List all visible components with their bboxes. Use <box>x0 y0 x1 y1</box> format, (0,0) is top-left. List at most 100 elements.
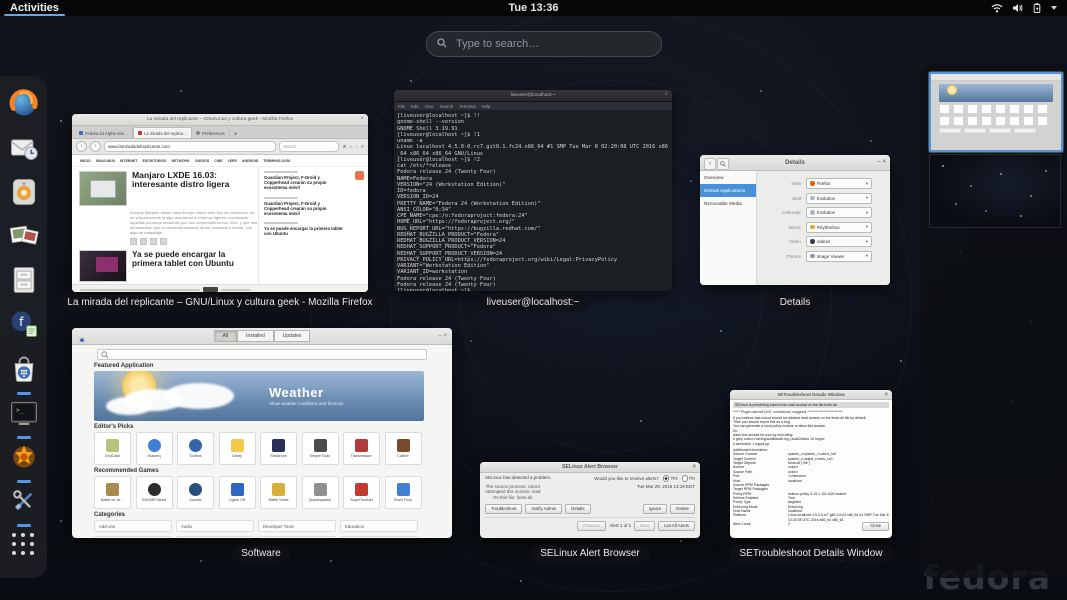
activities-button[interactable]: Activities <box>0 0 69 16</box>
window-caption-details: Details <box>770 294 821 311</box>
dropdown-value: Image Viewer <box>817 254 845 259</box>
dash-item-settings[interactable] <box>5 485 43 527</box>
evolution-icon <box>810 196 815 201</box>
forward-icon: › <box>90 141 101 152</box>
running-indicator <box>17 436 31 439</box>
dash-item-evolution[interactable] <box>5 132 43 174</box>
tab-favicon <box>79 131 83 135</box>
workspace-thumbnail-empty[interactable] <box>929 154 1061 228</box>
window-details[interactable]: ‹ Details – × Overview Default Applicati… <box>700 155 890 285</box>
app-dropdown: Firefox▾ <box>806 178 872 189</box>
cookie-notice-bar <box>72 284 368 292</box>
starfield <box>930 155 932 157</box>
app-grid-icon <box>12 529 36 561</box>
software-app-icon <box>77 331 87 341</box>
running-indicator <box>17 259 31 262</box>
tab-updates: Updates <box>274 330 311 342</box>
window-software[interactable]: All Installed Updates – × Featured Appli… <box>72 328 452 538</box>
dash-item-terminal[interactable]: >_ <box>5 397 43 439</box>
shotwell-photos-icon <box>8 220 40 257</box>
radio-yes: Yes <box>663 475 678 482</box>
details-sidebar: Overview Default Applications Removable … <box>700 171 757 285</box>
show-applications-button[interactable] <box>5 529 43 566</box>
dropdown-value: Evolution <box>817 210 836 215</box>
system-status-area[interactable] <box>991 0 1067 16</box>
nav-item: INTERNET <box>120 159 138 163</box>
window-terminal[interactable]: liveuser@localhost:~ × File Edit View Se… <box>394 90 672 291</box>
file-cabinet-icon <box>8 264 40 301</box>
nav-item: GNU/LINUX <box>96 159 115 163</box>
window-selinux-alert-browser[interactable]: SELinux Alert Browser × SELinux has dete… <box>480 462 700 538</box>
default-app-row: Mail Evolution▾ <box>763 193 884 204</box>
article2-thumbnail <box>79 250 127 282</box>
quadrapassel-icon <box>314 483 327 496</box>
article1-title: Manjaro LXDE 16.03: interesante distro l… <box>132 171 253 206</box>
setroubleshoot-body: SELinux is preventing colord from read a… <box>730 400 892 533</box>
sidebar-item-removable-media: Removable Media <box>700 197 756 210</box>
list-all-alerts-button: List All Alerts <box>658 521 695 531</box>
tab-preferences: Preferences <box>192 128 230 138</box>
dash-item-software[interactable] <box>5 353 43 395</box>
running-indicator <box>17 171 31 174</box>
window-caption-selinux: SELinux Alert Browser <box>530 545 650 562</box>
app-tile: Geary <box>219 432 256 465</box>
app-tile: Xonotic <box>177 476 214 509</box>
category-button: Graphics <box>176 536 254 538</box>
nav-item: INICIO <box>80 159 91 163</box>
sidebar-post-title: Guardian Project, F-Droid y Copperhead c… <box>264 175 346 191</box>
chevron-down-icon: ▾ <box>866 253 868 259</box>
category-button: Developer Tools <box>258 520 336 532</box>
menu-help: Help <box>481 104 490 109</box>
sidebar-post-title: Guardian Project, F-Droid y Copperhead c… <box>264 201 346 217</box>
dash-item-release-notes[interactable]: f <box>5 308 43 350</box>
close-button: Close <box>862 522 889 531</box>
calibre-icon <box>397 439 410 452</box>
simple-scan-icon <box>314 439 327 452</box>
dash-item-rhythmbox[interactable] <box>5 176 43 218</box>
window-setroubleshoot-details[interactable]: SETroubleshoot Details Window × SELinux … <box>730 390 892 538</box>
software-search-field <box>97 349 427 360</box>
window-caption-setroubleshoot: SETroubleshoot Details Window <box>729 545 892 562</box>
article1-thumbnail <box>79 171 127 206</box>
dash-item-selinux-troubleshooter[interactable] <box>5 441 43 483</box>
app-tile: GNOME Mines <box>136 476 173 509</box>
dash-item-firefox[interactable] <box>5 88 43 130</box>
category-button: Audio <box>176 520 254 532</box>
search-input[interactable] <box>454 37 618 51</box>
menu-view: View <box>424 104 433 109</box>
overview-search[interactable] <box>426 31 662 57</box>
nav-item: ANDROID <box>242 159 258 163</box>
alert-summary: The source process: colord Attempted thi… <box>485 484 541 500</box>
details-title-text: Details <box>785 160 805 166</box>
menu-search: Search <box>440 104 454 109</box>
selinux-titlebar: SELinux Alert Browser × <box>480 462 700 473</box>
row-label: Mail <box>763 196 806 201</box>
default-app-row: Video Videos▾ <box>763 236 884 247</box>
featured-banner-weather: Weather Show weather conditions and fore… <box>94 371 424 421</box>
firefox-icon <box>8 88 40 125</box>
app-tile: Calibre <box>385 432 422 465</box>
menu-edit: Edit <box>411 104 418 109</box>
notify-admin-button: Notify Admin <box>525 504 562 514</box>
videos-icon <box>810 239 815 244</box>
app-tile: Battle for W… <box>94 476 131 509</box>
window-controls: – × <box>438 333 447 339</box>
dash-item-shotwell[interactable] <box>5 220 43 262</box>
article1-body: Aunque Manjaro desde hace tiempo ofrece … <box>130 210 258 235</box>
category-button: Education <box>340 520 418 532</box>
chevron-down-icon: ▾ <box>866 224 868 230</box>
app-tile: GnuCash <box>94 432 131 465</box>
receive-alerts-question: Would you like to receive alerts? <box>594 476 659 481</box>
clock-menu[interactable]: Tue 13:36 <box>509 2 559 14</box>
window-firefox[interactable]: La mirada del replicante – GNU/Linux y c… <box>72 114 368 292</box>
mines-icon <box>148 483 161 496</box>
chevron-down-icon: ▾ <box>866 210 868 216</box>
dash-item-files[interactable] <box>5 264 43 306</box>
workspace-thumbnail-active[interactable] <box>929 72 1063 152</box>
dropdown-value: Firefox <box>817 181 831 186</box>
lights-off-icon <box>231 483 244 496</box>
tab-label: Preferences <box>202 131 225 136</box>
default-app-row: Music Rhythmbox▾ <box>763 222 884 233</box>
url-text: www.lamiradadelreplicante.com <box>108 144 170 149</box>
next-button: Next <box>634 521 655 531</box>
